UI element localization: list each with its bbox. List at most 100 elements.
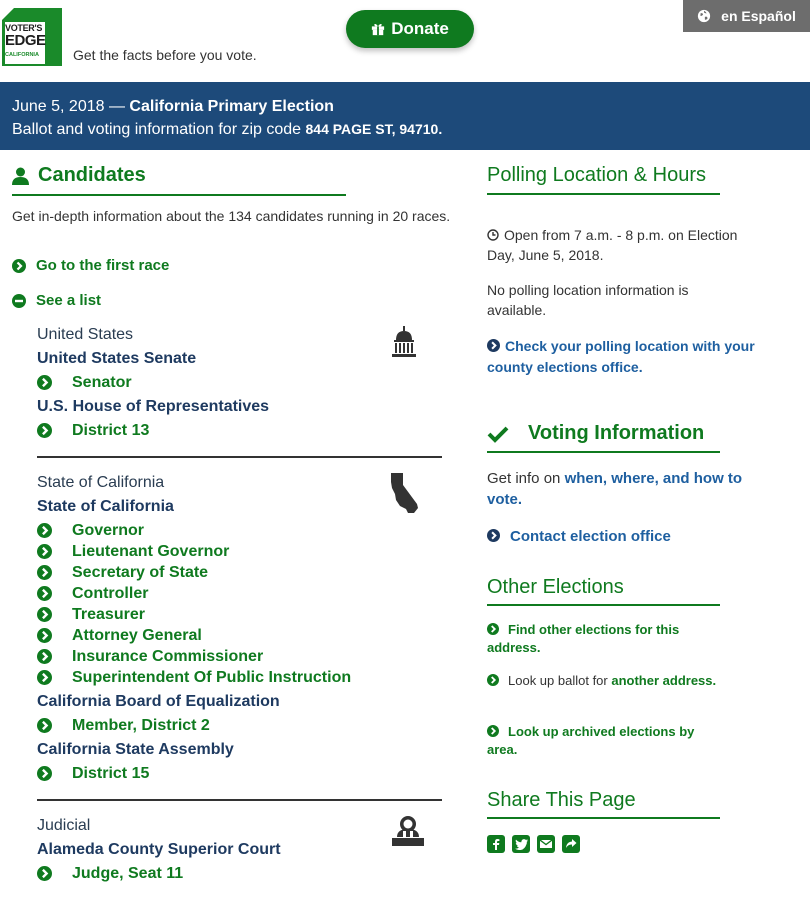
first-race-label: Go to the first race [36,257,170,274]
zip-prefix: Ballot and voting information for zip co… [12,121,306,138]
chevron-right-circle-icon [487,674,499,686]
polling-title: Polling Location & Hours [487,164,707,186]
race-link-insurance-commissioner[interactable]: Insurance Commissioner [37,646,263,667]
find-other-elections-link[interactable]: Find other elections for this address. [487,621,727,657]
race-link-judge-seat-11[interactable]: Judge, Seat 11 [37,863,183,884]
chevron-right-circle-icon [37,423,52,438]
ballot-address: 844 PAGE ST, 94710. [305,121,443,137]
race-label: Attorney General [72,626,202,644]
see-list-toggle[interactable]: See a list [12,292,101,309]
contact-election-office-link[interactable]: Contact election office [487,526,671,547]
site-header: VOTER'S EDGE CALIFORNIA Get the facts be… [0,0,810,82]
chevron-right-circle-icon [487,339,500,352]
candidates-title: Candidates [38,164,146,186]
chevron-right-circle-icon [37,586,52,601]
donate-label: Donate [391,19,449,38]
share-icon[interactable] [562,835,580,853]
capitol-icon [392,326,416,357]
find-other-elections-label: Find other elections for this address. [487,622,680,655]
lookup-ballot-line: Look up ballot for another address. [487,672,727,690]
race-label: Senator [72,373,132,391]
chevron-right-circle-icon [37,523,52,538]
lookup-ballot-prefix: Look up ballot for [508,673,612,688]
race-link-member-district-2[interactable]: Member, District 2 [37,715,210,736]
archived-elections-label: Look up archived elections by area. [487,724,695,757]
chevron-right-circle-icon [37,670,52,685]
polling-hours-text: Open from 7 a.m. - 8 p.m. on Election Da… [487,227,738,263]
election-banner: June 5, 2018 — California Primary Electi… [0,82,810,150]
get-info-prefix: Get info on [487,470,565,487]
chevron-right-circle-icon [37,565,52,580]
see-list-label: See a list [36,292,102,309]
office-state-assembly: California State Assembly [37,741,234,758]
race-link-superintendent[interactable]: Superintendent Of Public Instruction [37,667,351,688]
donate-button[interactable]: Donate [346,10,474,48]
logo-text-line2: EDGE [5,32,46,49]
race-link-district-13[interactable]: District 13 [37,420,149,441]
chevron-right-circle-icon [12,258,26,273]
race-label: Governor [72,521,145,539]
group-label-judicial: Judicial [37,817,91,834]
other-elections-title: Other Elections [487,576,624,598]
tagline: Get the facts before you vote. [73,47,257,63]
group-divider [37,456,442,458]
race-link-senator[interactable]: Senator [37,372,132,393]
polling-hours: Open from 7 a.m. - 8 p.m. on Election Da… [487,225,747,265]
race-link-attorney-general[interactable]: Attorney General [37,625,202,646]
voting-info-heading: Voting Information [487,422,704,445]
contact-election-office-label: Contact election office [510,528,671,545]
chevron-right-circle-icon [487,623,499,635]
chevron-right-circle-icon [487,725,499,737]
race-link-governor[interactable]: Governor [37,520,144,541]
race-label: Insurance Commissioner [72,647,264,665]
chevron-right-circle-icon [37,866,52,881]
race-link-treasurer[interactable]: Treasurer [37,604,145,625]
election-date: June 5, 2018 — [12,98,130,115]
clock-icon [487,229,499,241]
chevron-right-circle-icon [37,766,52,781]
voters-edge-logo[interactable]: VOTER'S EDGE CALIFORNIA [2,8,62,66]
race-label: Controller [72,584,149,602]
race-label: Treasurer [72,605,145,623]
race-label: Superintendent Of Public Instruction [72,668,352,686]
facebook-icon[interactable] [487,835,505,853]
check-polling-label: Check your polling location with your co… [487,338,755,375]
race-label: Secretary of State [72,563,209,581]
office-us-house: U.S. House of Representatives [37,398,270,415]
california-icon [391,473,418,513]
office-board-of-equalization: California Board of Equalization [37,693,280,710]
logo-notch [2,8,14,20]
chevron-right-circle-icon [37,375,52,390]
share-title: Share This Page [487,789,636,811]
race-link-controller[interactable]: Controller [37,583,148,604]
chevron-right-circle-icon [37,607,52,622]
office-alameda-superior-court: Alameda County Superior Court [37,841,281,858]
race-label: District 13 [72,421,150,439]
polling-no-info: No polling location information is avail… [487,282,689,318]
office-us-senate: United States Senate [37,350,197,367]
race-link-lieutenant-governor[interactable]: Lieutenant Governor [37,541,229,562]
race-link-secretary-of-state[interactable]: Secretary of State [37,562,208,583]
check-polling-link[interactable]: Check your polling location with your co… [487,336,762,378]
chevron-right-circle-icon [37,718,52,733]
banner-line1: June 5, 2018 — California Primary Electi… [12,96,810,118]
race-link-district-15[interactable]: District 15 [37,763,149,784]
first-race-link[interactable]: Go to the first race [12,257,169,274]
person-icon [12,167,29,185]
minus-circle-icon [12,293,26,308]
twitter-icon[interactable] [512,835,530,853]
polling-rule [487,193,720,195]
race-label: Lieutenant Governor [72,542,230,560]
chevron-right-circle-icon [37,628,52,643]
group-label-united-states: United States [37,326,134,343]
judge-icon [392,816,424,846]
language-toggle[interactable]: en Español [683,0,810,32]
share-rule [487,817,720,819]
group-label-state-of-california: State of California [37,474,165,491]
race-label: Member, District 2 [72,716,210,734]
email-icon[interactable] [537,835,555,853]
office-state-of-california: State of California [37,498,174,515]
archived-elections-link[interactable]: Look up archived elections by area. [487,723,727,759]
another-address-link[interactable]: another address. [611,673,716,688]
race-label: Judge, Seat 11 [72,864,184,882]
